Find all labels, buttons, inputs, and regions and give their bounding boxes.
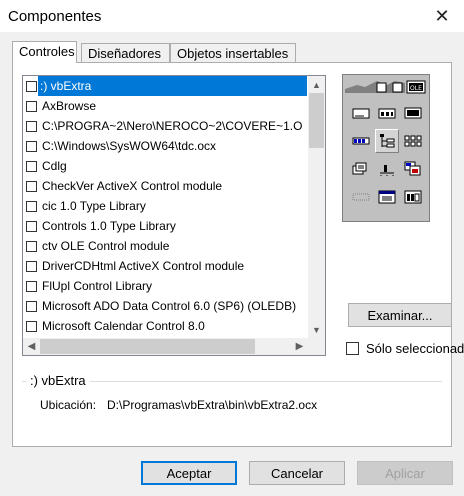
toolbar-icon (401, 157, 425, 181)
list-item[interactable]: AxBrowse (23, 96, 308, 116)
list-item-checkbox[interactable] (26, 141, 37, 152)
list-item-checkbox[interactable] (26, 221, 37, 232)
list-item[interactable]: FlUpl Control Library (23, 276, 308, 296)
list-item-checkbox[interactable] (26, 181, 37, 192)
cancel-button-label: Cancelar (270, 465, 324, 481)
slider-icon (375, 157, 399, 181)
statusbar-icon (349, 185, 373, 209)
list-item[interactable]: Controls 1.0 Type Library (23, 216, 308, 236)
tab-label: Objetos insertables (177, 46, 289, 61)
list-item-label: DriverCDHtml ActiveX Control module (42, 259, 245, 273)
close-icon: ✕ (434, 5, 450, 26)
list-item-label: Microsoft Calendar Control 8.0 (42, 319, 205, 333)
list-item[interactable]: :) vbExtra (23, 76, 308, 96)
list-item[interactable]: CheckVer ActiveX Control module (23, 176, 308, 196)
details-group-title: :) vbExtra (26, 373, 90, 388)
list-item-checkbox[interactable] (26, 121, 37, 132)
list-item[interactable]: DriverCDHtml ActiveX Control module (23, 256, 308, 276)
scroll-right-icon[interactable]: ▶ (291, 338, 308, 355)
list-item-checkbox[interactable] (26, 161, 37, 172)
treeview-icon (375, 129, 399, 153)
list-item[interactable]: Microsoft ADO Data Control 6.0 (SP6) (OL… (23, 296, 308, 316)
components-list[interactable]: :) vbExtra AxBrowse C:\PROGRA~2\Nero\NEROC… (22, 75, 326, 356)
vertical-scrollbar[interactable]: ▲ ▼ (308, 76, 325, 338)
frame-icon (401, 185, 425, 209)
location-label: Ubicación: (40, 398, 97, 412)
ole-icon (401, 101, 425, 125)
list-item-label: C:\PROGRA~2\Nero\NEROCO~2\COVERE~1.O (42, 119, 303, 133)
vertical-scroll-thumb[interactable] (309, 93, 324, 148)
scroll-down-icon[interactable]: ▼ (308, 321, 325, 338)
tab-label: Diseñadores (88, 46, 161, 61)
list-item-label: Controls 1.0 Type Library (42, 219, 176, 233)
scroll-left-icon[interactable]: ◀ (23, 338, 40, 355)
textbox-icon (375, 101, 399, 125)
list-item-label: CheckVer ActiveX Control module (42, 179, 223, 193)
tab-disenadores[interactable]: Diseñadores (81, 43, 170, 62)
list-item-label: ctv OLE Control module (42, 239, 170, 253)
scrollbar-corner (308, 338, 325, 355)
tab-label: Controles (19, 44, 75, 59)
svg-text:OLE: OLE (410, 85, 422, 92)
location-value: D:\Programas\vbExtra\bin\vbExtra2.ocx (107, 398, 318, 412)
preview-icon-grid (349, 101, 425, 209)
imagelist-icon (349, 157, 373, 181)
preview-header-icons: OLE (345, 80, 426, 94)
window-title: Componentes (8, 8, 102, 25)
list-item-label: Cdlg (42, 159, 67, 173)
selected-only-label: Sólo seleccionados (366, 341, 464, 356)
list-item-checkbox[interactable] (26, 101, 37, 112)
close-button[interactable]: ✕ (420, 0, 464, 32)
list-item-label: cic 1.0 Type Library (42, 199, 146, 213)
listview-icon (401, 129, 425, 153)
list-item-label: :) vbExtra (38, 76, 307, 96)
list-item-label: FlUpl Control Library (42, 279, 153, 293)
label-icon (349, 101, 373, 125)
tab-objetos-insertables[interactable]: Objetos insertables (170, 43, 296, 62)
list-item[interactable]: Cdlg (23, 156, 308, 176)
cancel-button[interactable]: Cancelar (249, 461, 345, 485)
horizontal-scrollbar[interactable]: ◀ ▶ (23, 338, 308, 355)
accept-button-label: Aceptar (166, 465, 212, 481)
picturebox-icon (375, 185, 399, 209)
browse-button[interactable]: Examinar... (348, 303, 452, 327)
list-item-checkbox[interactable] (26, 301, 37, 312)
list-item[interactable]: C:\PROGRA~2\Nero\NEROCO~2\COVERE~1.O (23, 116, 308, 136)
apply-button[interactable]: Aplicar (357, 461, 453, 485)
list-item-label: C:\Windows\SysWOW64\tdc.ocx (42, 139, 217, 153)
apply-button-label: Aplicar (385, 465, 425, 481)
list-item[interactable]: ctv OLE Control module (23, 236, 308, 256)
list-item-checkbox[interactable] (26, 201, 37, 212)
list-item[interactable]: C:\Windows\SysWOW64\tdc.ocx (23, 136, 308, 156)
horizontal-scroll-thumb[interactable] (40, 339, 255, 354)
list-item-checkbox[interactable] (26, 261, 37, 272)
list-item-label: AxBrowse (42, 99, 97, 113)
list-item[interactable]: cic 1.0 Type Library (23, 196, 308, 216)
title-bar: Componentes ✕ (0, 0, 464, 32)
tab-controles[interactable]: Controles (12, 41, 77, 63)
list-item-label: Microsoft ADO Data Control 6.0 (SP6) (OL… (42, 299, 297, 313)
progressbar-icon (349, 129, 373, 153)
list-item-checkbox[interactable] (26, 281, 37, 292)
list-item-checkbox[interactable] (26, 81, 37, 92)
scroll-up-icon[interactable]: ▲ (308, 76, 325, 93)
list-item-checkbox[interactable] (26, 241, 37, 252)
list-item-checkbox[interactable] (26, 321, 37, 332)
checkbox-box[interactable] (346, 342, 359, 355)
browse-button-label: Examinar... (367, 307, 433, 323)
list-item[interactable]: Microsoft Calendar Control 8.0 (23, 316, 308, 336)
accept-button[interactable]: Aceptar (141, 461, 237, 485)
components-list-items: :) vbExtra AxBrowse C:\PROGRA~2\Nero\NEROC… (23, 76, 308, 336)
toolbox-preview: OLE (342, 74, 430, 222)
